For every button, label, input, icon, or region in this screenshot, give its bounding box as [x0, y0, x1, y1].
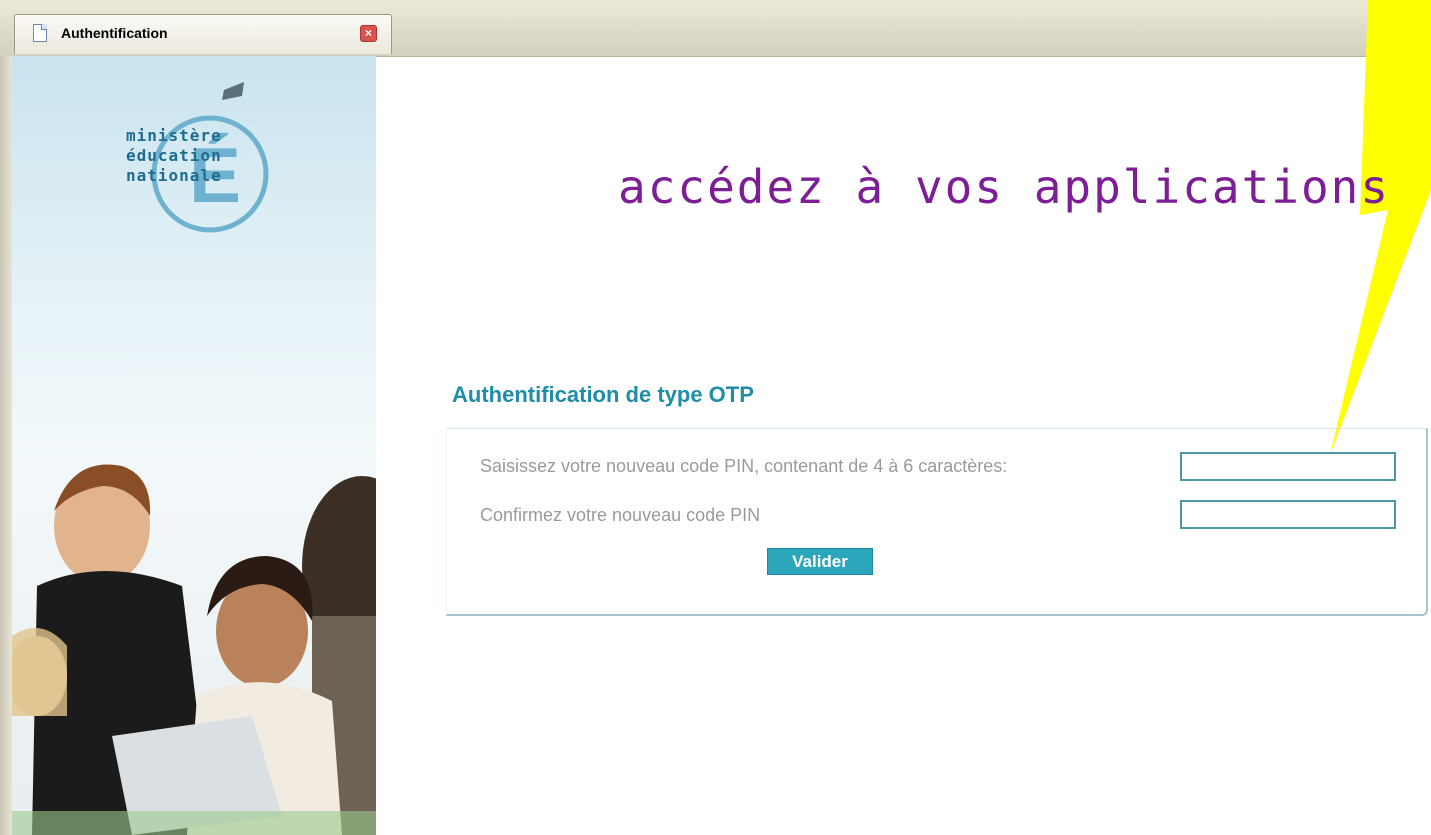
close-tab-icon[interactable]: ×	[360, 25, 377, 42]
section-title: Authentification de type OTP	[452, 382, 754, 407]
ministry-name: ministère éducation nationale	[126, 126, 222, 186]
valider-button[interactable]: Valider	[767, 548, 873, 575]
tab-title: Authentification	[61, 25, 168, 41]
new-pin-input[interactable]	[1180, 452, 1396, 481]
highlight-callout	[1330, 0, 1431, 455]
confirm-pin-label: Confirmez votre nouveau code PIN	[480, 505, 761, 525]
tab-authentification[interactable]: Authentification ×	[14, 14, 392, 54]
page-icon	[33, 24, 47, 42]
sidebar-panel: É ministère éducation nationale	[12, 56, 376, 835]
ministry-logo: É ministère éducation nationale	[72, 74, 302, 244]
page-headline: accédez à vos applications	[618, 160, 1391, 214]
new-pin-label: Saisissez votre nouveau code PIN, conten…	[480, 456, 1008, 476]
logo-line: éducation	[126, 146, 222, 165]
logo-line: ministère	[126, 126, 222, 145]
confirm-pin-input[interactable]	[1180, 500, 1396, 529]
logo-line: nationale	[126, 166, 222, 185]
browser-tab-strip: Authentification ×	[0, 0, 1431, 57]
window-frame	[0, 56, 12, 835]
students-photo	[12, 464, 376, 835]
